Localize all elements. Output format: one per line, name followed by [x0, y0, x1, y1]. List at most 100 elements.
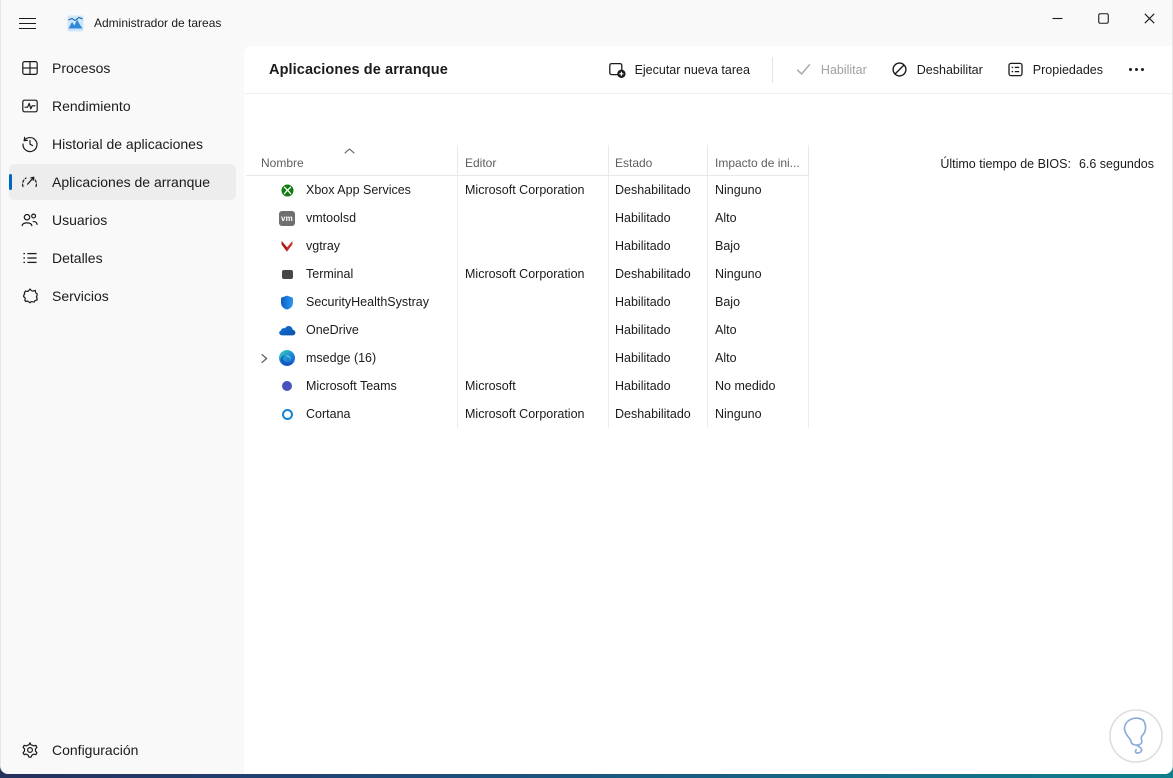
ejecutar-nueva-tarea-button[interactable]: Ejecutar nueva tarea — [598, 55, 760, 85]
cortana-icon — [275, 408, 299, 420]
check-icon — [795, 61, 812, 78]
sidebar-item-aplicaciones-de-arranque[interactable]: Aplicaciones de arranque — [9, 164, 236, 200]
publisher-cell: Microsoft Corporation — [458, 176, 609, 204]
window-controls — [1034, 0, 1172, 36]
toolbar: Aplicaciones de arranque Ejecutar nueva … — [244, 46, 1172, 94]
column-header-3[interactable]: Estado — [609, 145, 708, 175]
shield-icon — [275, 295, 299, 310]
table-row[interactable]: Microsoft Teams Microsoft Habilitado No med… — [246, 372, 809, 400]
lightbulb-watermark-logo — [1107, 707, 1165, 770]
name-cell: OneDrive — [246, 316, 458, 344]
onedrive-icon — [275, 325, 299, 336]
app-name: OneDrive — [306, 323, 359, 337]
name-cell: SecurityHealthSystray — [246, 288, 458, 316]
sidebar-item-configuraci-n[interactable]: Configuración — [9, 732, 236, 768]
services-icon — [20, 287, 39, 306]
new-task-icon — [608, 61, 626, 79]
more-options-button[interactable] — [1117, 58, 1156, 81]
task-manager-window: Administrador de tareas Procesos Rendimie… — [0, 0, 1173, 774]
status-cell: Habilitado — [609, 232, 708, 260]
name-cell: Cortana — [246, 400, 458, 428]
sidebar-item-label: Usuarios — [52, 212, 108, 228]
sidebar-item-procesos[interactable]: Procesos — [9, 50, 236, 86]
table-row[interactable]: msedge (16) Habilitado Alto — [246, 344, 809, 372]
sidebar-item-label: Servicios — [52, 288, 109, 304]
table-row[interactable]: vm vmtoolsd Habilitado Alto — [246, 204, 809, 232]
xbox-icon — [275, 184, 299, 197]
name-cell: Xbox App Services — [246, 176, 458, 204]
bios-time-status: Último tiempo de BIOS: 6.6 segundos — [940, 157, 1154, 171]
column-header-label: Editor — [465, 156, 497, 170]
propiedades-button[interactable]: Propiedades — [997, 55, 1113, 84]
close-button[interactable] — [1126, 0, 1172, 36]
publisher-cell: Microsoft — [458, 372, 609, 400]
app-name: Microsoft Teams — [306, 379, 397, 393]
table-row[interactable]: SecurityHealthSystray Habilitado Bajo — [246, 288, 809, 316]
deshabilitar-button[interactable]: Deshabilitar — [881, 55, 993, 84]
page-title: Aplicaciones de arranque — [269, 61, 448, 78]
app-name: vmtoolsd — [306, 211, 357, 225]
sidebar-item-label: Rendimiento — [52, 98, 131, 114]
sidebar-item-label: Historial de aplicaciones — [52, 136, 203, 152]
column-header-label: Estado — [615, 156, 653, 170]
disable-icon — [891, 61, 908, 78]
sidebar: Procesos Rendimiento Historial de aplicaci… — [1, 46, 244, 774]
column-header-4[interactable]: Impacto de ini... — [708, 145, 809, 175]
impact-cell: Alto — [708, 316, 809, 344]
sidebar-item-label: Detalles — [52, 250, 103, 266]
status-cell: Habilitado — [609, 316, 708, 344]
toolbar-button-label: Ejecutar nueva tarea — [634, 62, 750, 77]
impact-cell: Ninguno — [708, 176, 809, 204]
content-panel: Aplicaciones de arranque Ejecutar nueva … — [244, 46, 1172, 774]
sidebar-item-servicios[interactable]: Servicios — [9, 278, 236, 314]
toolbar-button-label: Deshabilitar — [916, 62, 983, 77]
app-name: Xbox App Services — [306, 183, 411, 197]
terminal-icon — [275, 269, 299, 279]
table-row[interactable]: Xbox App Services Microsoft Corporation De… — [246, 176, 809, 204]
table-row[interactable]: OneDrive Habilitado Alto — [246, 316, 809, 344]
publisher-cell — [458, 344, 609, 372]
impact-cell: Bajo — [708, 232, 809, 260]
users-icon — [20, 211, 39, 230]
habilitar-button[interactable]: Habilitar — [785, 55, 877, 84]
teams-icon — [275, 381, 299, 391]
table-row[interactable]: Terminal Microsoft Corporation Deshabilita… — [246, 260, 809, 288]
table-row[interactable]: Cortana Microsoft Corporation Deshabilitad… — [246, 400, 809, 428]
column-header-1[interactable]: Nombre — [246, 145, 458, 175]
sidebar-item-label: Aplicaciones de arranque — [52, 174, 210, 190]
maximize-button[interactable] — [1080, 0, 1126, 36]
hamburger-menu-button[interactable] — [5, 5, 49, 41]
edge-icon — [275, 350, 299, 366]
sidebar-item-historial-de-aplicaciones[interactable]: Historial de aplicaciones — [9, 126, 236, 162]
app-history-icon — [20, 135, 39, 154]
startup-apps-table: Nombre Editor Estado Impacto de ini... Xbox… — [246, 145, 809, 428]
name-cell: msedge (16) — [246, 344, 458, 372]
publisher-cell — [458, 232, 609, 260]
minimize-icon — [1052, 13, 1063, 24]
titlebar: Administrador de tareas — [1, 0, 1172, 46]
impact-cell: Ninguno — [708, 260, 809, 288]
table-row[interactable]: vgtray Habilitado Bajo — [246, 232, 809, 260]
sidebar-item-detalles[interactable]: Detalles — [9, 240, 236, 276]
startup-apps-icon — [20, 173, 39, 192]
minimize-button[interactable] — [1034, 0, 1080, 36]
app-name: Cortana — [306, 407, 351, 421]
column-header-2[interactable]: Editor — [458, 145, 609, 175]
details-icon — [20, 249, 39, 268]
expander-chevron-icon[interactable] — [246, 353, 271, 364]
vmware-icon: vm — [275, 210, 299, 226]
name-cell: Microsoft Teams — [246, 372, 458, 400]
status-cell: Deshabilitado — [609, 176, 708, 204]
impact-cell: Alto — [708, 344, 809, 372]
app-name: msedge (16) — [306, 351, 377, 365]
status-cell: Deshabilitado — [609, 260, 708, 288]
window-title: Administrador de tareas — [94, 16, 222, 30]
maximize-icon — [1097, 12, 1109, 24]
sidebar-item-usuarios[interactable]: Usuarios — [9, 202, 236, 238]
publisher-cell — [458, 204, 609, 232]
sidebar-item-rendimiento[interactable]: Rendimiento — [9, 88, 236, 124]
processes-icon — [20, 59, 39, 78]
settings-icon — [20, 741, 39, 760]
publisher-cell — [458, 288, 609, 316]
close-icon — [1143, 12, 1155, 24]
